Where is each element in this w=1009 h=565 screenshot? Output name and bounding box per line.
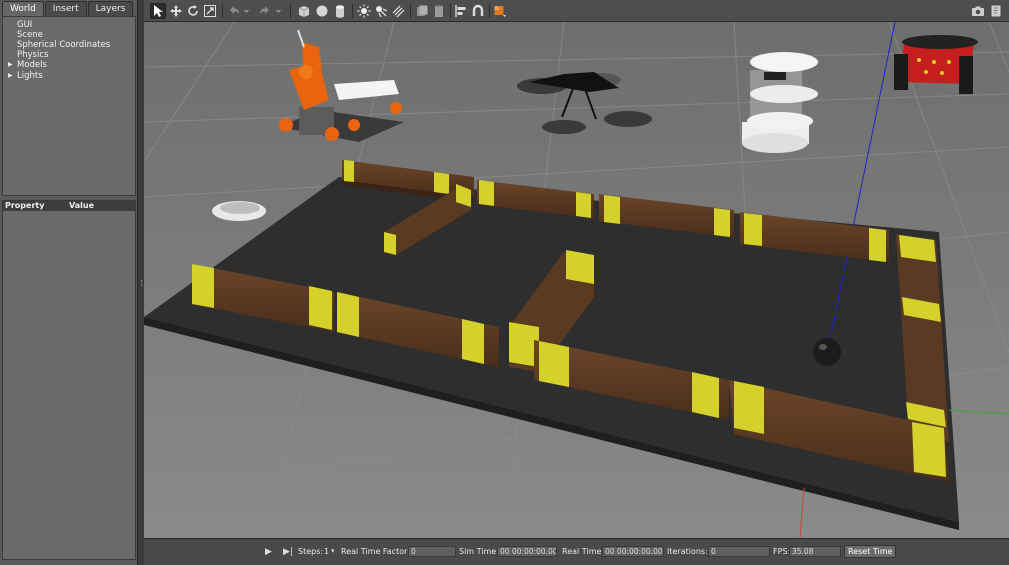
real-time-field: 00 00:00:00.000 bbox=[602, 546, 664, 557]
left-panel: World Insert Layers GUI Scene Spherical … bbox=[0, 0, 138, 565]
scene-viewport[interactable] bbox=[144, 22, 1009, 538]
tree-item-spherical-coordinates[interactable]: Spherical Coordinates bbox=[17, 40, 110, 50]
panel-tabbar: World Insert Layers bbox=[2, 1, 134, 16]
tree-item-label: Models bbox=[17, 60, 47, 70]
property-header: Property Value bbox=[3, 201, 135, 211]
splitter-handle-icon[interactable]: ⋮ bbox=[138, 279, 145, 289]
redo-dropdown-icon[interactable] bbox=[274, 3, 283, 19]
screenshot-icon[interactable] bbox=[970, 3, 986, 19]
undo-icon[interactable] bbox=[226, 3, 242, 19]
point-light-icon[interactable] bbox=[356, 3, 372, 19]
toolbar-separator bbox=[222, 4, 223, 18]
paste-icon[interactable] bbox=[431, 3, 447, 19]
redo-icon[interactable] bbox=[257, 3, 273, 19]
spot-light-icon[interactable] bbox=[373, 3, 389, 19]
tree-item-scene[interactable]: Scene bbox=[17, 30, 43, 40]
value-column-header: Value bbox=[69, 201, 95, 210]
play-icon[interactable]: ▶ bbox=[265, 547, 272, 557]
real-time-factor-field: 0 bbox=[408, 546, 456, 557]
toolbar-separator bbox=[290, 4, 291, 18]
tree-item-label: Physics bbox=[17, 50, 49, 60]
tab-layers[interactable]: Layers bbox=[87, 1, 134, 16]
scene-render bbox=[144, 22, 1009, 538]
change-view-icon[interactable] bbox=[492, 3, 508, 19]
snap-icon[interactable] bbox=[470, 3, 486, 19]
step-icon[interactable]: ▶| bbox=[283, 547, 293, 557]
tree-item-gui[interactable]: GUI bbox=[17, 20, 32, 30]
sim-time-label: Sim Time: bbox=[459, 547, 499, 556]
property-panel: Property Value bbox=[2, 200, 136, 560]
toolbar-separator bbox=[489, 4, 490, 18]
scale-mode-icon[interactable] bbox=[202, 3, 218, 19]
fps-label: FPS: bbox=[773, 547, 791, 556]
tree-item-label: Scene bbox=[17, 30, 43, 40]
steps-label: Steps: bbox=[298, 547, 324, 556]
tree-item-label: Lights bbox=[17, 71, 43, 81]
tree-item-lights[interactable]: ▶ Lights bbox=[8, 71, 43, 81]
tab-insert[interactable]: Insert bbox=[44, 1, 87, 16]
ball-model bbox=[813, 338, 841, 366]
real-time-factor-label: Real Time Factor: bbox=[341, 547, 410, 556]
fps-field: 35.08 bbox=[789, 546, 841, 557]
tab-world[interactable]: World bbox=[2, 1, 44, 16]
cylinder-shape-icon[interactable] bbox=[332, 3, 348, 19]
reset-time-button[interactable]: Reset Time bbox=[844, 545, 897, 558]
time-panel: ▶ ▶| Steps: 1 ▾ Real Time Factor: 0 Sim … bbox=[144, 538, 1009, 565]
tree-item-models[interactable]: ▶ Models bbox=[8, 60, 47, 70]
toolbar-separator bbox=[410, 4, 411, 18]
copy-icon[interactable] bbox=[414, 3, 430, 19]
toolbar-separator bbox=[352, 4, 353, 18]
iterations-label: Iterations: bbox=[667, 547, 708, 556]
tree-item-label: Spherical Coordinates bbox=[17, 40, 111, 50]
real-time-label: Real Time: bbox=[562, 547, 605, 556]
rotate-mode-icon[interactable] bbox=[185, 3, 201, 19]
property-column-header: Property bbox=[5, 201, 45, 210]
expand-arrow-icon[interactable]: ▶ bbox=[8, 61, 13, 68]
sim-time-field: 00 00:00:00.000 bbox=[497, 546, 557, 557]
world-tree: GUI Scene Spherical Coordinates Physics … bbox=[2, 16, 136, 196]
tree-item-label: GUI bbox=[17, 20, 33, 30]
select-mode-icon[interactable] bbox=[150, 3, 166, 19]
iterations-field: 0 bbox=[708, 546, 770, 557]
undo-dropdown-icon[interactable] bbox=[242, 3, 251, 19]
expand-arrow-icon[interactable]: ▶ bbox=[8, 72, 13, 79]
tree-item-physics[interactable]: Physics bbox=[17, 50, 48, 60]
steps-value[interactable]: 1 bbox=[324, 547, 329, 556]
toolbar bbox=[144, 0, 1009, 22]
steps-dropdown-icon[interactable]: ▾ bbox=[331, 547, 335, 555]
toolbar-separator bbox=[450, 4, 451, 18]
sphere-shape-icon[interactable] bbox=[314, 3, 330, 19]
translate-mode-icon[interactable] bbox=[168, 3, 184, 19]
record-icon[interactable] bbox=[988, 3, 1004, 19]
align-icon[interactable] bbox=[453, 3, 469, 19]
box-shape-icon[interactable] bbox=[296, 3, 312, 19]
directional-light-icon[interactable] bbox=[390, 3, 406, 19]
